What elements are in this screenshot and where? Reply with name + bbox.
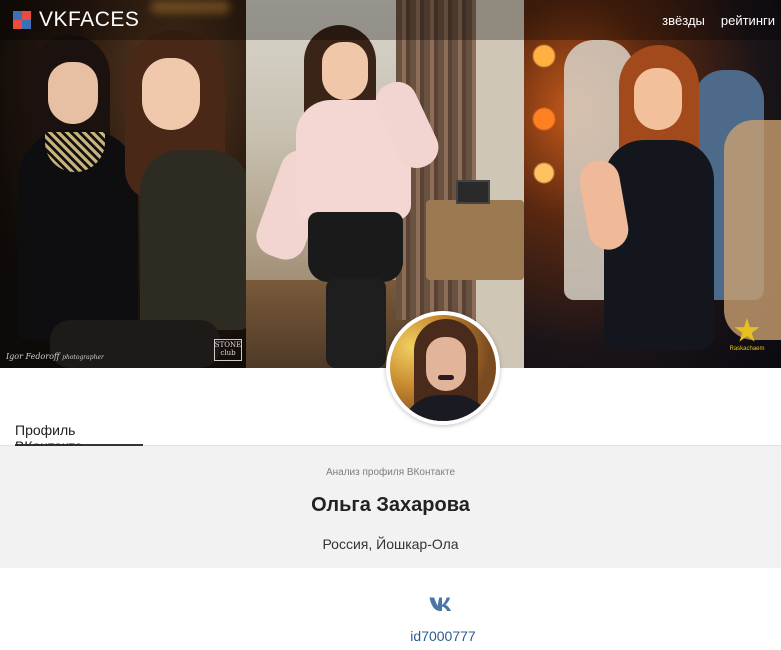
brand-name: VKFACES — [39, 8, 140, 31]
nav-link-stars[interactable]: звёзды — [662, 13, 705, 28]
figure-legs — [326, 278, 386, 368]
photo-lights — [524, 20, 564, 200]
watermark-sub: photographer — [62, 354, 104, 361]
brand-link[interactable]: VKFACES — [13, 8, 139, 32]
profile-caption: Анализ профиля ВКонтакте — [325, 467, 456, 478]
vk-logo-icon[interactable] — [429, 595, 457, 613]
profile-tabs: Профиль ВКонтакте — [0, 418, 781, 454]
nav-link-ratings[interactable]: рейтинги — [721, 13, 775, 28]
figure-face — [48, 62, 98, 124]
profile-info: Анализ профиля ВКонтакте Ольга Захарова … — [0, 446, 781, 568]
page: Igor Fedoroff photographer STONE club Ra… — [0, 0, 781, 650]
vkfaces-logo-icon — [13, 11, 31, 29]
figure-skirt — [308, 212, 403, 282]
main-nav: звёзды рейтинги — [662, 13, 775, 28]
vk-logo-svg — [429, 597, 451, 611]
club-logo: STONE club — [214, 339, 242, 361]
star-logo-icon — [734, 318, 760, 342]
profile-location: Россия, Йошкар-Ола — [322, 536, 459, 552]
top-bar: VKFACES звёзды рейтинги — [0, 0, 781, 40]
avatar-lips — [438, 375, 454, 380]
tab-vk-profile[interactable]: Профиль ВКонтакте — [15, 422, 143, 454]
figure-face — [322, 42, 368, 100]
figure-face — [142, 58, 200, 130]
club-logo: Raskachaem — [729, 318, 765, 362]
photo-desk — [426, 200, 524, 280]
avatar[interactable] — [386, 311, 500, 425]
hero-photo-2[interactable] — [246, 0, 524, 368]
watermark-name: Igor Fedoroff — [6, 352, 60, 361]
figure-background — [724, 120, 781, 340]
avatar-face — [426, 337, 466, 391]
club-logo-text: Raskachaem — [729, 346, 765, 352]
hero-photo-strip: Igor Fedoroff photographer STONE club Ra… — [0, 0, 781, 368]
profile-name: Ольга Захарова — [311, 494, 470, 516]
photographer-watermark: Igor Fedoroff photographer — [6, 352, 104, 361]
figure-face — [634, 68, 682, 130]
figure-body — [140, 150, 246, 330]
hero-photo-3[interactable]: Raskachaem — [524, 0, 781, 368]
photo-monitor — [456, 180, 490, 204]
hero-photo-1[interactable]: Igor Fedoroff photographer STONE club — [0, 0, 246, 368]
club-logo-sub: club — [220, 349, 236, 357]
vk-id-link[interactable]: id7000777 — [0, 628, 781, 644]
